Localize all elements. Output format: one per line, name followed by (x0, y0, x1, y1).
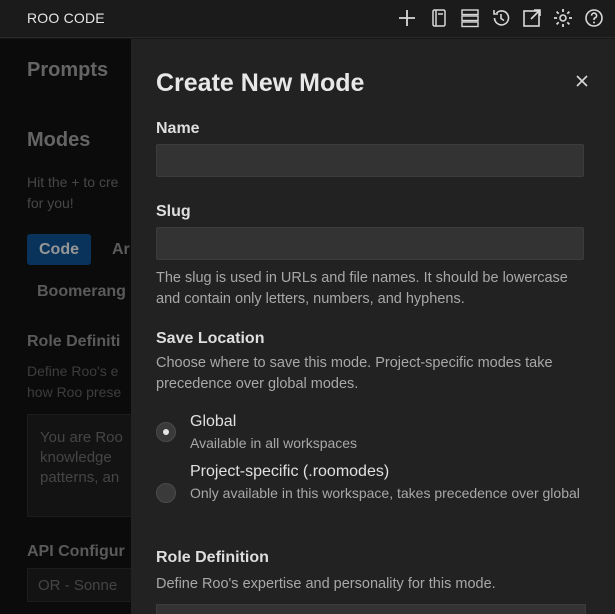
server-icon[interactable] (459, 7, 481, 29)
help-icon[interactable] (583, 7, 605, 29)
save-location-label: Save Location (156, 330, 265, 347)
close-icon[interactable] (570, 69, 594, 93)
role-definition-input[interactable] (156, 604, 586, 614)
title-bar: ROO CODE (0, 0, 615, 38)
save-location-help: Choose where to save this mode. Project-… (156, 355, 553, 392)
notebook-icon[interactable] (428, 7, 450, 29)
slug-label: Slug (156, 203, 191, 220)
role-definition-help: Define Roo's expertise and personality f… (156, 576, 496, 592)
history-icon[interactable] (490, 7, 512, 29)
option-global-desc: Available in all workspaces (190, 435, 358, 451)
slug-help-text: The slug is used in URLs and file names.… (156, 270, 568, 307)
external-link-icon[interactable] (521, 7, 543, 29)
option-project-desc: Only available in this workspace, takes … (190, 485, 580, 501)
radio-project-specific[interactable] (156, 483, 176, 503)
radio-global[interactable] (156, 422, 176, 442)
dialog-title: Create New Mode (156, 69, 365, 97)
create-mode-dialog: Create New Mode Name Slug The slug is us… (131, 39, 615, 614)
plus-icon[interactable] (396, 7, 418, 29)
option-global-label[interactable]: Global (190, 413, 236, 431)
gear-icon[interactable] (552, 7, 574, 29)
option-project-label[interactable]: Project-specific (.roomodes) (190, 463, 389, 481)
name-label: Name (156, 120, 200, 137)
role-definition-label: Role Definition (156, 549, 269, 566)
name-input[interactable] (156, 144, 584, 177)
slug-input[interactable] (156, 227, 584, 260)
app-title: ROO CODE (27, 10, 105, 26)
